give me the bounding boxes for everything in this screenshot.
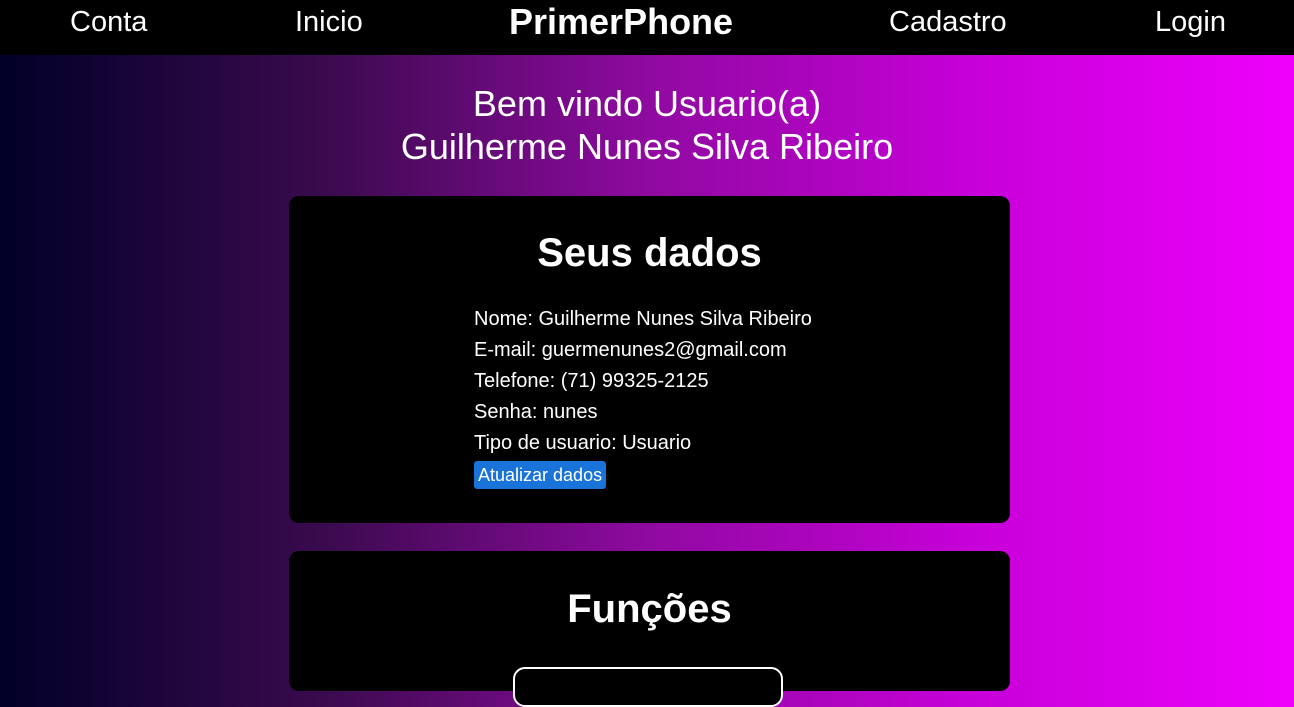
- functions-card: Funções: [289, 551, 1010, 707]
- nav-link-cadastro[interactable]: Cadastro: [889, 0, 1007, 44]
- welcome-line: Bem vindo Usuario(a): [472, 83, 822, 124]
- brand-logo-link[interactable]: PrimerPhone: [509, 0, 733, 44]
- update-data-button[interactable]: Atualizar dados: [474, 461, 607, 489]
- nav-link-conta[interactable]: Conta: [70, 0, 147, 44]
- user-info-list: Nome: Guilherme Nunes Silva Ribeiro E-ma…: [474, 304, 812, 459]
- welcome-heading: Bem vindo Usuario(a) Guilherme Nunes Sil…: [0, 82, 1294, 168]
- welcome-user-name: Guilherme Nunes Silva Ribeiro: [400, 126, 894, 167]
- user-email-field: E-mail: guermenunes2@gmail.com: [474, 339, 787, 361]
- user-name-field: Nome: Guilherme Nunes Silva Ribeiro: [474, 308, 812, 330]
- user-data-title: Seus dados: [537, 231, 762, 275]
- nav-link-login[interactable]: Login: [1155, 0, 1226, 44]
- nav-link-inicio[interactable]: Inicio: [295, 0, 363, 44]
- functions-title: Funções: [567, 587, 732, 631]
- user-password-field: Senha: nunes: [474, 401, 598, 423]
- user-type-field: Tipo de usuario: Usuario: [474, 432, 692, 454]
- user-phone-field: Telefone: (71) 99325-2125: [474, 370, 709, 392]
- top-navigation-bar: Conta Inicio PrimerPhone Cadastro Login: [0, 0, 1294, 55]
- user-data-card: Seus dados Nome: Guilherme Nunes Silva R…: [289, 196, 1010, 523]
- function-button[interactable]: [513, 667, 783, 707]
